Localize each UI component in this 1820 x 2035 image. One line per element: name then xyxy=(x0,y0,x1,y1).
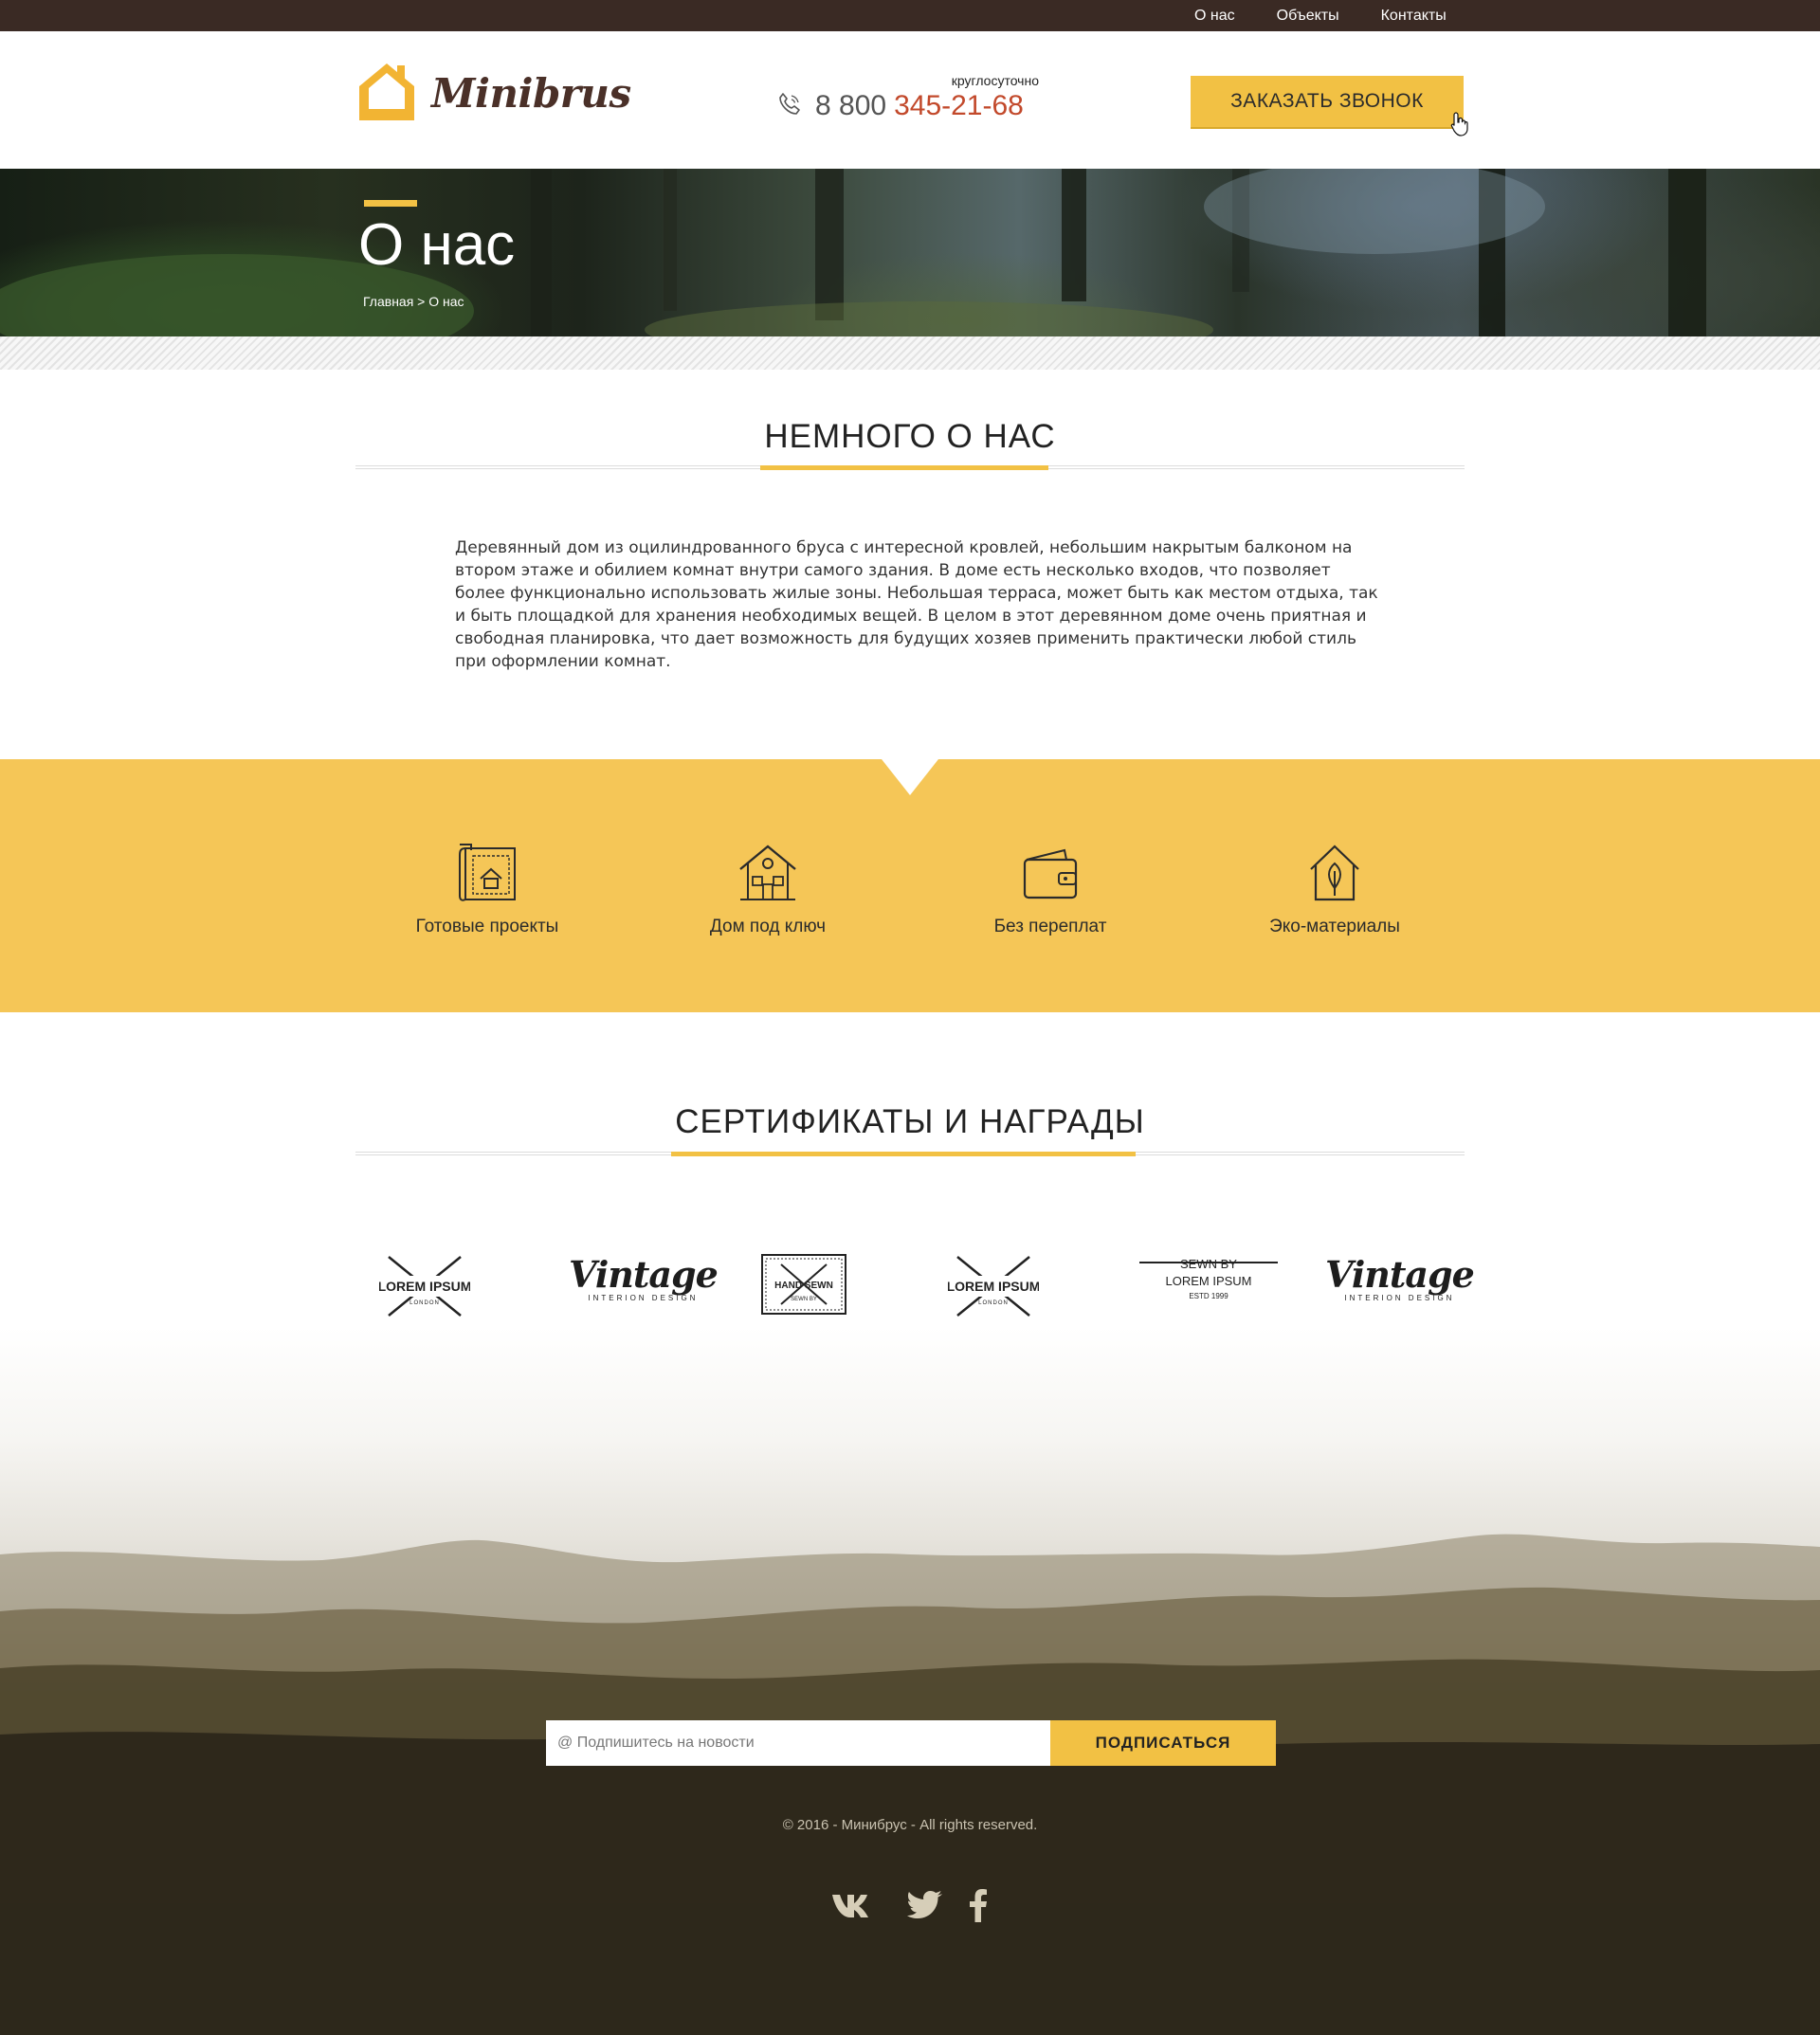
wallet-icon xyxy=(927,843,1174,903)
nav-link-objects[interactable]: Объекты xyxy=(1277,8,1339,25)
features-notch xyxy=(882,759,938,795)
hand-cursor-icon xyxy=(1450,112,1469,140)
certificates-row: LOREM IPSUM LONDON Vintage INTERION DESI… xyxy=(0,1232,1820,1346)
subscribe-button[interactable]: ПОДПИСАТЬСЯ xyxy=(1050,1720,1276,1766)
hero-banner: О нас Главная > О нас xyxy=(0,169,1820,336)
phone-number: 345-21-68 xyxy=(894,90,1024,121)
site-header: Minibrus круглосуточно 8 800 345-21-68 З… xyxy=(0,31,1820,169)
feature-ready-projects[interactable]: Готовые проекты xyxy=(364,843,610,937)
cert-logo-2: Vintage INTERION DESIGN xyxy=(569,1253,719,1302)
facebook-icon[interactable] xyxy=(969,1888,988,1926)
order-call-button[interactable]: ЗАКАЗАТЬ ЗВОНОК xyxy=(1191,76,1464,127)
phone-icon xyxy=(777,92,802,120)
nav-link-about[interactable]: О нас xyxy=(1194,8,1235,25)
hand-sewn-badge-icon: HAND SEWN SEWN BY xyxy=(761,1254,846,1315)
certs-title-underline xyxy=(671,1152,1136,1156)
svg-text:LONDON: LONDON xyxy=(978,1300,1009,1306)
about-section-title-wrap: НЕМНОГО О НАС xyxy=(355,418,1465,456)
svg-text:LOREM IPSUM: LOREM IPSUM xyxy=(1165,1274,1251,1288)
hero-accent-bar xyxy=(364,200,417,207)
feature-label: Дом под ключ xyxy=(709,917,827,936)
breadcrumb[interactable]: Главная > О нас xyxy=(363,294,464,309)
feature-turnkey-house[interactable]: Дом под ключ xyxy=(645,843,891,937)
eco-house-icon xyxy=(1211,843,1458,903)
logo-text: Minibrus xyxy=(431,69,631,117)
about-title-underline xyxy=(760,465,1048,470)
feature-label: Готовые проекты xyxy=(415,917,559,936)
nav-link-contacts[interactable]: Контакты xyxy=(1381,8,1447,25)
phone-prefix: 8 800 xyxy=(815,90,887,121)
copyright: © 2016 - Минибрус - All rights reserved. xyxy=(782,1817,1038,1833)
social-links xyxy=(830,1888,1012,1926)
logo[interactable]: Minibrus xyxy=(355,60,631,126)
cert-vintage-text: Vintage xyxy=(1325,1253,1475,1296)
logo-house-icon xyxy=(355,60,418,126)
hatch-divider xyxy=(0,336,1820,370)
forest-background xyxy=(0,169,1706,336)
features-band: Готовые проекты Дом под ключ Без перепла… xyxy=(0,759,1820,1012)
cert-vintage-text: Vintage xyxy=(569,1253,719,1296)
cert-logo-5: SEWN BY LOREM IPSUM ESTD 1999 xyxy=(1138,1253,1280,1314)
feature-eco-materials[interactable]: Эко-материалы xyxy=(1211,843,1458,937)
subscribe-form: ПОДПИСАТЬСЯ xyxy=(546,1720,1276,1766)
svg-text:HAND SEWN: HAND SEWN xyxy=(774,1281,833,1291)
svg-text:LOREM IPSUM: LOREM IPSUM xyxy=(379,1279,470,1294)
subscribe-email-input[interactable] xyxy=(546,1720,1050,1766)
cert-vintage-sub: INTERION DESIGN xyxy=(588,1294,699,1302)
needle-thread-icon: SEWN BY LOREM IPSUM ESTD 1999 xyxy=(1139,1257,1278,1300)
about-text: Деревянный дом из оцилиндрованного бруса… xyxy=(455,538,1378,671)
house-icon xyxy=(645,843,891,903)
cert-vintage-sub: INTERION DESIGN xyxy=(1344,1294,1455,1302)
about-section-title: НЕМНОГО О НАС xyxy=(764,418,1056,455)
crossed-needles-icon: LOREM IPSUM LONDON xyxy=(947,1256,1040,1317)
phone-line[interactable]: 8 800 345-21-68 xyxy=(777,90,1024,122)
page-title: О нас xyxy=(358,212,516,278)
feature-no-overpayments[interactable]: Без переплат xyxy=(927,843,1174,937)
landscape-footer xyxy=(0,1327,1820,2035)
top-nav: О нас Объекты Контакты xyxy=(1194,0,1488,31)
svg-text:SEWN BY: SEWN BY xyxy=(1180,1257,1237,1271)
feature-label: Без переплат xyxy=(993,917,1107,936)
cert-logo-1: LOREM IPSUM LONDON xyxy=(378,1253,471,1323)
top-bar: О нас Объекты Контакты xyxy=(0,0,1820,31)
feature-label: Эко-материалы xyxy=(1269,917,1400,936)
cert-logo-4: LOREM IPSUM LONDON xyxy=(947,1253,1040,1323)
cert-logo-3: HAND SEWN SEWN BY xyxy=(760,1253,847,1319)
phone-note: круглосуточно xyxy=(951,73,1039,88)
svg-text:LONDON: LONDON xyxy=(410,1300,440,1306)
svg-text:SEWN BY: SEWN BY xyxy=(791,1297,817,1302)
vk-icon[interactable] xyxy=(830,1891,882,1923)
mountains-background xyxy=(0,1534,1820,2035)
cert-logo-6: Vintage INTERION DESIGN xyxy=(1325,1253,1475,1302)
blueprint-icon xyxy=(364,843,610,903)
svg-text:ESTD 1999: ESTD 1999 xyxy=(1189,1292,1228,1300)
certs-section-title: СЕРТИФИКАТЫ И НАГРАДЫ xyxy=(675,1103,1145,1140)
certs-section-title-wrap: СЕРТИФИКАТЫ И НАГРАДЫ xyxy=(355,1103,1465,1141)
crossed-needles-icon: LOREM IPSUM LONDON xyxy=(378,1256,471,1317)
svg-text:LOREM IPSUM: LOREM IPSUM xyxy=(948,1279,1039,1294)
twitter-icon[interactable] xyxy=(906,1890,944,1924)
